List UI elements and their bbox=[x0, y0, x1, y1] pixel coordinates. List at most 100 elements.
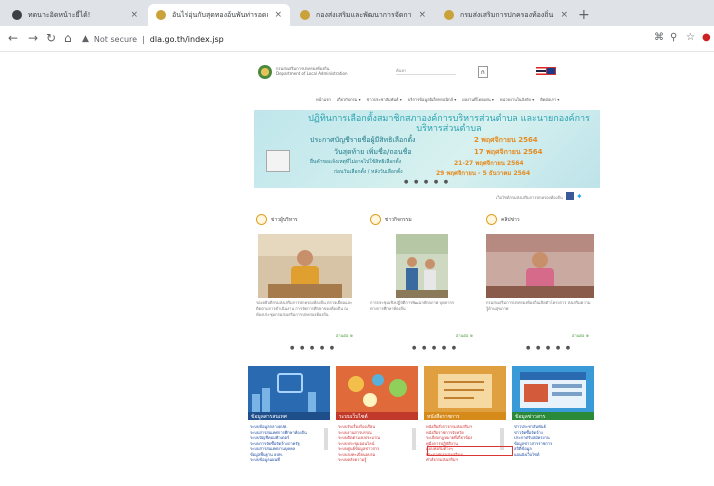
section-video-clips: คลิปข่าว bbox=[486, 214, 520, 225]
news-pager[interactable]: ● ● ● ● ● bbox=[290, 345, 336, 351]
zoom-icon[interactable]: ⚲ bbox=[670, 32, 677, 43]
person-icon bbox=[370, 214, 381, 225]
browser-tab[interactable]: กองส่งเสริมและพัฒนาการจัดการศึ × bbox=[292, 4, 434, 26]
reload-icon[interactable]: ↻ bbox=[46, 31, 56, 45]
link-list: ระบบรับเรื่องร้องเรียน ระบบงานสารบรรณ ระ… bbox=[338, 424, 410, 463]
close-icon[interactable]: × bbox=[130, 10, 138, 20]
ballot-box-icon bbox=[266, 150, 290, 172]
link-list: ข่าวประชาสัมพันธ์ ข่าวจัดซื้อจัดจ้าง ประ… bbox=[514, 424, 586, 457]
search-input[interactable]: ค้นหา bbox=[396, 67, 456, 75]
banner-row-date: 29 พฤศจิกายน - 5 ธันวาคม 2564 bbox=[436, 170, 531, 177]
browser-tab-active[interactable]: อันไร่อุ่นกับสุดทองอ้นพันท่ารอดแห่ × bbox=[148, 4, 290, 26]
list-item[interactable]: ระบบข้อมูลแผนที่ bbox=[250, 457, 322, 463]
card-label: หนังสือราชการ bbox=[424, 412, 506, 420]
main-menu: หน้าแรก เกี่ยวกับกรม ▾ ข่าวประชาสัมพันธ์… bbox=[316, 96, 606, 103]
home-icon[interactable]: ⌂ bbox=[64, 31, 72, 45]
banner-row-label: ก่อนวันเลือกตั้ง / หลังวันเลือกตั้ง bbox=[334, 169, 403, 175]
section-activity-news: ข่าวกิจกรรม bbox=[370, 214, 412, 225]
warning-icon: ▲ bbox=[82, 34, 89, 44]
web-page: กรมส่งเสริมการปกครองท้องถิ่น Department … bbox=[246, 60, 606, 486]
banner-row-date: 2 พฤศจิกายน 2564 bbox=[474, 136, 538, 144]
menu-item[interactable]: หน่วยงานในสังกัด ▾ bbox=[500, 96, 534, 103]
site-title: กรมส่งเสริมการปกครองท้องถิ่น Department … bbox=[276, 66, 356, 76]
read-more-link[interactable]: อ่านต่อ ⊕ bbox=[456, 332, 473, 339]
link-list: ระบบข้อมูลกลางอปท. ระบบสารสนเทศการศึกษาท… bbox=[250, 424, 322, 463]
banner-pager[interactable]: ● ● ● ● ● bbox=[404, 179, 450, 185]
address-bar-row: ← → ↻ ⌂ ▲ Not secure | dla.go.th/index.j… bbox=[0, 26, 714, 52]
site-header: กรมส่งเสริมการปกครองท้องถิ่น Department … bbox=[246, 60, 606, 90]
close-icon[interactable]: × bbox=[274, 10, 282, 20]
clock-icon bbox=[256, 214, 267, 225]
news-pager[interactable]: ● ● ● ● ● bbox=[526, 345, 572, 351]
back-icon[interactable]: ← bbox=[8, 31, 18, 45]
election-banner[interactable]: ปฏิทินการเลือกตั้งสมาชิกสภาองค์การบริหาร… bbox=[254, 110, 600, 188]
tab-title: อันไร่อุ่นกับสุดทองอ้นพันท่ารอดแห่ bbox=[172, 10, 269, 19]
news-photo-executive[interactable] bbox=[258, 234, 352, 298]
menu-item[interactable]: ผลงานที่โดดเด่น ▾ bbox=[462, 96, 494, 103]
menu-item[interactable]: เกี่ยวกับกรม ▾ bbox=[337, 96, 361, 103]
card-information: ข้อมูลสารสนเทศ ระบบข้อมูลกลางอปท. ระบบสา… bbox=[248, 366, 330, 486]
site-favicon-icon bbox=[300, 10, 310, 20]
star-icon[interactable]: ☆ bbox=[686, 32, 695, 43]
section-title: ข่าวกิจกรรม bbox=[385, 216, 412, 223]
new-tab-button[interactable]: + bbox=[578, 7, 590, 23]
banner-title: ปฏิทินการเลือกตั้งสมาชิกสภาองค์การบริหาร… bbox=[308, 114, 590, 134]
news-caption: รองอธิบดีกรมส่งเสริมการปกครองท้องถิ่น ตร… bbox=[256, 300, 353, 317]
tab-title: กองส่งเสริมและพัฒนาการจัดการศึ bbox=[316, 10, 413, 19]
section-title: คลิปข่าว bbox=[501, 216, 520, 223]
logo[interactable] bbox=[258, 65, 272, 79]
section-executive-news: ข่าวผู้บริหาร bbox=[256, 214, 298, 225]
site-title-en: Department of Local Administration bbox=[276, 71, 348, 76]
menu-item[interactable]: ข่าวประชาสัมพันธ์ ▾ bbox=[367, 96, 402, 103]
card-official-letters: หนังสือราชการ หนังสือสั่งการกรมส่งเสริมฯ… bbox=[424, 366, 506, 486]
card-image[interactable] bbox=[512, 366, 594, 416]
scrollbar[interactable] bbox=[324, 428, 328, 450]
scrollbar[interactable] bbox=[412, 428, 416, 450]
list-item[interactable]: ระบบคลังความรู้ bbox=[338, 457, 410, 463]
tab-bar: ทดนาะอิดหน้าะยี่ได้! × อันไร่อุ่นกับสุดท… bbox=[0, 0, 714, 26]
card-news-info: ข้อมูลข่าวสาร ข่าวประชาสัมพันธ์ ข่าวจัดซ… bbox=[512, 366, 594, 486]
globe-icon bbox=[12, 10, 22, 20]
close-icon[interactable]: × bbox=[418, 10, 426, 20]
card-image[interactable] bbox=[336, 366, 418, 416]
font-size-button[interactable]: ก bbox=[478, 66, 488, 78]
site-favicon-icon bbox=[444, 10, 454, 20]
card-label: ระบบเว็บไซต์ bbox=[336, 412, 418, 420]
list-item[interactable]: คำสั่งกรมส่งเสริมฯ bbox=[426, 457, 498, 463]
banner-row-label: ยื่นคำขอแจ้งเหตุที่ไม่อาจไปใช้สิทธิเลือก… bbox=[310, 159, 402, 165]
translate-icon[interactable]: ⌘ bbox=[654, 32, 664, 43]
menu-item[interactable]: ติดต่อเรา ▾ bbox=[540, 96, 559, 103]
news-photo-activity[interactable] bbox=[396, 234, 448, 298]
banner-row-date: 21-27 พฤศจิกายน 2564 bbox=[454, 160, 524, 167]
forward-icon[interactable]: → bbox=[28, 31, 38, 45]
card-website-systems: ระบบเว็บไซต์ ระบบรับเรื่องร้องเรียน ระบบ… bbox=[336, 366, 418, 486]
browser-tab[interactable]: ทดนาะอิดหน้าะยี่ได้! × bbox=[4, 4, 146, 26]
card-label: ข้อมูลสารสนเทศ bbox=[248, 412, 330, 420]
list-item[interactable]: แผนผังเว็บไซต์ bbox=[514, 452, 586, 458]
url-text: dla.go.th/index.jsp bbox=[149, 34, 224, 44]
url-field[interactable]: ▲ Not secure | dla.go.th/index.jsp bbox=[82, 30, 642, 48]
menu-item[interactable]: บริการข้อมูลอิเล็กทรอนิกส์ ▾ bbox=[408, 96, 456, 103]
card-image[interactable] bbox=[248, 366, 330, 416]
twitter-icon[interactable]: ✦ bbox=[576, 192, 583, 201]
news-caption: กรมส่งเสริมการปกครองท้องถิ่นเปิดตัวโครงก… bbox=[486, 300, 591, 311]
link-list: หนังสือสั่งการกรมส่งเสริมฯ หนังสือราชการ… bbox=[426, 424, 498, 463]
browser-tab[interactable]: กรมส่งเสริมการปกครองท้องถิ่น × bbox=[436, 4, 576, 26]
news-photo-clip[interactable] bbox=[486, 234, 594, 298]
read-more-link[interactable]: อ่านต่อ ⊕ bbox=[336, 332, 353, 339]
site-favicon-icon bbox=[156, 10, 166, 20]
banner-row-label: ประกาศบัญชีรายชื่อผู้มีสิทธิเลือกตั้ง bbox=[310, 136, 416, 144]
facebook-icon[interactable] bbox=[566, 192, 574, 200]
card-image[interactable] bbox=[424, 366, 506, 416]
news-caption: การประชุมเชิงปฏิบัติการพัฒนาศักยภาพ บุคล… bbox=[370, 300, 455, 311]
news-pager[interactable]: ● ● ● ● ● bbox=[412, 345, 458, 351]
uk-flag-icon[interactable] bbox=[546, 67, 556, 75]
read-more-link[interactable]: อ่านต่อ ⊕ bbox=[572, 332, 589, 339]
security-label: Not secure bbox=[93, 34, 138, 44]
banner-row-label: วันสุดท้าย เพิ่มชื่อ/ถอนชื่อ bbox=[334, 148, 412, 156]
url-separator: | bbox=[142, 34, 145, 44]
menu-item[interactable]: หน้าแรก bbox=[316, 96, 331, 103]
profile-icon[interactable]: ● bbox=[702, 32, 711, 43]
close-icon[interactable]: × bbox=[560, 10, 568, 20]
video-icon bbox=[486, 214, 497, 225]
